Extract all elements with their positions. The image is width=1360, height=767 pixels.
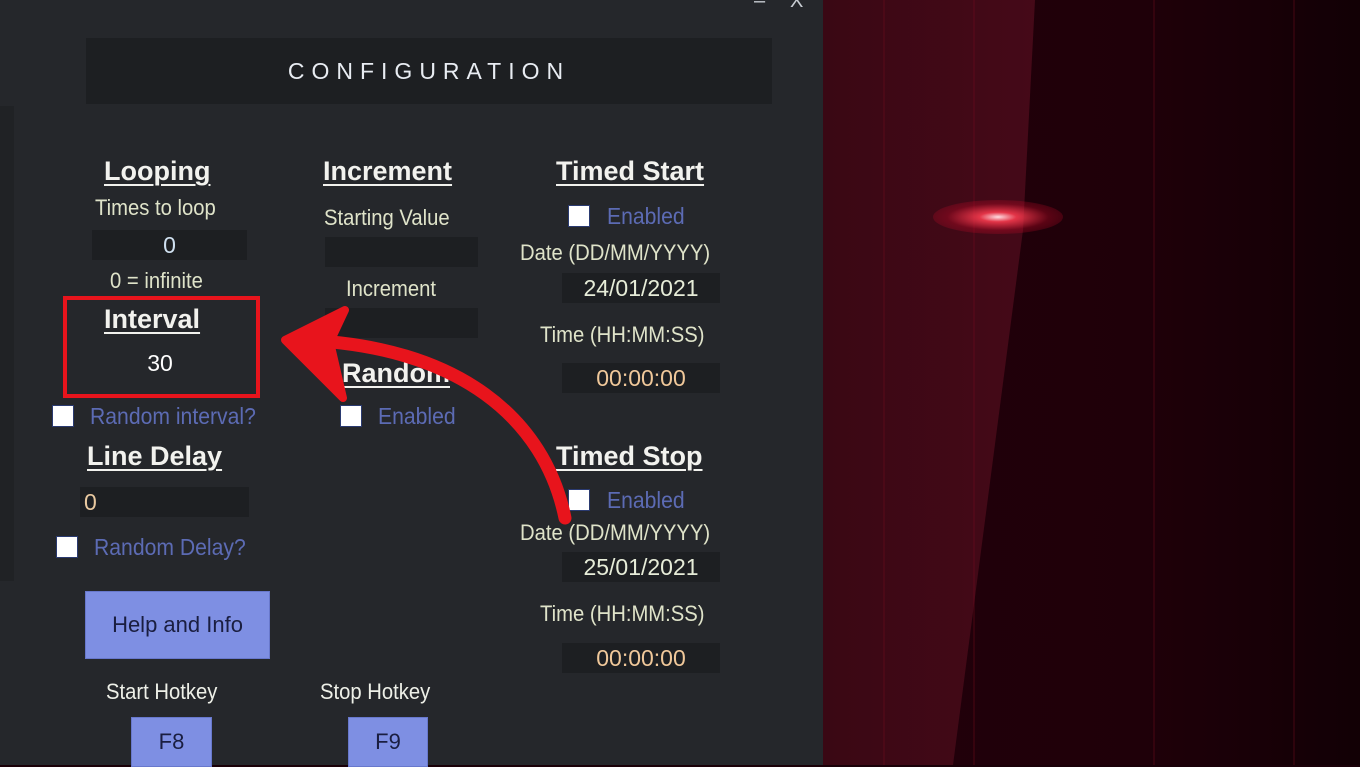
starting-value-input[interactable] bbox=[325, 237, 478, 267]
background-light-band bbox=[823, 0, 1035, 765]
start-hotkey-button[interactable]: F8 bbox=[131, 717, 212, 767]
random-interval-label[interactable]: Random interval? bbox=[90, 403, 256, 430]
timed-stop-time-label: Time (HH:MM:SS) bbox=[540, 601, 705, 626]
background-light-glow bbox=[933, 200, 1063, 234]
stop-hotkey-button[interactable]: F9 bbox=[348, 717, 428, 767]
increment-label: Increment bbox=[346, 276, 437, 301]
timed-stop-enabled-label[interactable]: Enabled bbox=[607, 487, 685, 514]
line-delay-input[interactable]: 0 bbox=[80, 487, 249, 517]
random-interval-checkbox[interactable] bbox=[52, 405, 74, 427]
timed-stop-enabled-checkbox[interactable] bbox=[568, 489, 590, 511]
increment-input[interactable] bbox=[325, 308, 478, 338]
starting-value-label: Starting Value bbox=[324, 205, 450, 230]
timed-stop-date-input[interactable]: 25/01/2021 bbox=[562, 552, 720, 582]
increment-heading: Increment bbox=[323, 156, 453, 186]
background-streak bbox=[883, 0, 885, 765]
background-streak bbox=[973, 0, 975, 765]
times-to-loop-input[interactable]: 0 bbox=[92, 230, 247, 260]
stop-hotkey-label: Stop Hotkey bbox=[320, 679, 431, 704]
random-delay-checkbox[interactable] bbox=[56, 536, 78, 558]
timed-start-enabled-checkbox[interactable] bbox=[568, 205, 590, 227]
page-title: CONFIGURATION bbox=[287, 58, 571, 84]
timed-start-heading: Timed Start bbox=[556, 156, 705, 186]
close-button[interactable]: X bbox=[790, 0, 803, 13]
background-streak bbox=[1153, 0, 1155, 765]
random-enabled-checkbox[interactable] bbox=[340, 405, 362, 427]
timed-stop-date-label: Date (DD/MM/YYYY) bbox=[520, 520, 711, 545]
times-to-loop-label: Times to loop bbox=[95, 195, 216, 220]
timed-start-enabled-label[interactable]: Enabled bbox=[607, 203, 685, 230]
timed-stop-heading: Timed Stop bbox=[556, 441, 703, 471]
line-delay-heading: Line Delay bbox=[87, 441, 223, 471]
header-bar: CONFIGURATION bbox=[86, 38, 772, 104]
timed-stop-time-input[interactable]: 00:00:00 bbox=[562, 643, 720, 673]
timed-start-time-label: Time (HH:MM:SS) bbox=[540, 322, 705, 347]
infinite-hint: 0 = infinite bbox=[110, 268, 203, 293]
minimize-button[interactable]: – bbox=[754, 0, 765, 13]
random-heading: Random bbox=[342, 358, 450, 388]
random-delay-label[interactable]: Random Delay? bbox=[94, 534, 246, 561]
random-enabled-label[interactable]: Enabled bbox=[378, 403, 456, 430]
background-streak bbox=[1293, 0, 1295, 765]
looping-heading: Looping bbox=[104, 156, 211, 186]
desktop-background bbox=[823, 0, 1360, 765]
timed-start-date-input[interactable]: 24/01/2021 bbox=[562, 273, 720, 303]
start-hotkey-label: Start Hotkey bbox=[106, 679, 218, 704]
timed-start-date-label: Date (DD/MM/YYYY) bbox=[520, 240, 711, 265]
interval-highlight-box bbox=[63, 296, 260, 398]
help-and-info-button[interactable]: Help and Info bbox=[85, 591, 270, 659]
side-panel-edge bbox=[0, 106, 14, 581]
timed-start-time-input[interactable]: 00:00:00 bbox=[562, 363, 720, 393]
configuration-window: – X CONFIGURATION Looping Times to loop … bbox=[0, 0, 823, 767]
